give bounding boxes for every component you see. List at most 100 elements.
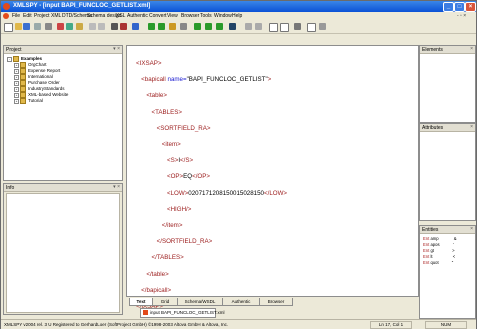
code-line: <item>: [161, 141, 181, 149]
code-line: </item>: [161, 221, 183, 229]
wrap-icon[interactable]: [294, 23, 301, 30]
folder-icon: [20, 98, 26, 104]
menu-edit[interactable]: Edit: [23, 13, 32, 19]
code-line: <S>I</S>: [166, 157, 194, 165]
panel-close-icon[interactable]: ×: [470, 46, 473, 52]
elements-panel-title: Elements: [422, 47, 443, 53]
num-lock-indicator: NUM: [425, 321, 467, 329]
paste-icon[interactable]: [76, 23, 83, 30]
tree-root-label: Examples: [21, 56, 43, 62]
entities-panel: Entities × Ent amp & Ent apos ' Ent gt >…: [419, 225, 476, 319]
copy-icon[interactable]: [66, 23, 73, 30]
menu-xml[interactable]: XML: [51, 13, 61, 19]
entities-panel-title: Entities: [422, 227, 439, 233]
attributes-panel-title: Attributes: [422, 125, 444, 131]
open-icon[interactable]: [15, 23, 22, 30]
panel-close-icon[interactable]: ▾ ×: [113, 46, 120, 52]
status-bar: XMLSPY v2004 rel. 3 U Registered to Gerh…: [1, 319, 476, 329]
find-icon[interactable]: [111, 23, 118, 30]
panel-close-icon[interactable]: ▾ ×: [113, 184, 120, 190]
validate-icon[interactable]: [148, 23, 155, 30]
menu-xsl[interactable]: XSL: [116, 13, 125, 19]
doc-icon: [3, 13, 9, 19]
save-icon[interactable]: [23, 23, 30, 30]
xsl-icon[interactable]: [169, 23, 176, 30]
code-line: <HIGH/>: [166, 205, 192, 213]
redo-icon[interactable]: [98, 23, 105, 30]
project-panel: Project ▾ × - Examples + OrgChart + Expense…: [3, 45, 123, 181]
tab-text[interactable]: Text: [129, 298, 153, 306]
app-icon: [3, 3, 10, 10]
replace-icon[interactable]: [132, 23, 139, 30]
entity-row[interactable]: Ent quot ": [423, 260, 453, 265]
entity-row[interactable]: Ent gt >: [423, 248, 455, 253]
undo-icon[interactable]: [89, 23, 96, 30]
zoom-icon[interactable]: [245, 23, 252, 30]
debug-start-icon[interactable]: [194, 23, 201, 30]
info-panel: Info ▾ ×: [3, 183, 123, 315]
save-all-icon[interactable]: [34, 23, 41, 30]
find-next-icon[interactable]: [120, 23, 127, 30]
debug-stop-icon[interactable]: [216, 23, 223, 30]
minimize-button[interactable]: _: [443, 2, 454, 12]
menu-view[interactable]: View: [167, 13, 178, 19]
options-icon[interactable]: [319, 23, 326, 30]
menu-convert[interactable]: Convert: [149, 13, 167, 19]
menu-project[interactable]: Project: [34, 13, 50, 19]
elements-panel-header: Elements ×: [420, 46, 475, 54]
xml-file-icon: [143, 310, 148, 316]
code-line: </SORTFIELD_RA>: [156, 238, 213, 246]
code-line: <OP>EQ</OP>: [166, 173, 210, 181]
text-view-icon[interactable]: [307, 23, 316, 32]
info-panel-header: Info ▾ ×: [4, 184, 122, 192]
toggle-view-icon[interactable]: [229, 23, 236, 30]
elements-panel: Elements ×: [419, 45, 476, 123]
attributes-panel-header: Attributes ×: [420, 124, 475, 132]
entity-row[interactable]: Ent amp &: [423, 236, 457, 241]
menu-help[interactable]: Help: [232, 13, 242, 19]
code-line: <IXSAP>: [136, 60, 162, 68]
tree-item-label: Purchase Order: [28, 80, 60, 86]
tab-authentic[interactable]: Authentic: [222, 298, 260, 306]
project-panel-header: Project ▾ ×: [4, 46, 122, 54]
attributes-panel: Attributes ×: [419, 123, 476, 221]
new-icon[interactable]: [4, 23, 13, 32]
document-tab-label: input BAPI_FUNCLOC_GETLIST.xml: [150, 310, 225, 315]
window-title: XMLSPY - [input BAPI_FUNCLOC_GETLIST.xml…: [13, 3, 151, 9]
menu-browser[interactable]: Browser: [181, 13, 199, 19]
code-line: <LOW>020717120815001502815​0</LOW>: [166, 189, 288, 197]
tree-item-label: XML-based Website: [28, 92, 69, 98]
menu-file[interactable]: File: [12, 13, 20, 19]
menu-tools[interactable]: Tools: [200, 13, 212, 19]
menu-authentic[interactable]: Authentic: [127, 13, 148, 19]
panel-close-icon[interactable]: ×: [470, 124, 473, 130]
info-panel-title: Info: [6, 185, 15, 191]
entity-row[interactable]: Ent apos ': [423, 242, 454, 247]
debug-step-icon[interactable]: [205, 23, 212, 30]
project-panel-title: Project: [6, 47, 22, 53]
status-text: XMLSPY v2004 rel. 3 U Registered to Gerh…: [4, 322, 229, 327]
panel-close-icon[interactable]: ×: [470, 226, 473, 232]
well-formed-icon[interactable]: [158, 23, 165, 30]
document-tab[interactable]: input BAPI_FUNCLOC_GETLIST.xml: [140, 308, 225, 318]
grid-icon[interactable]: [269, 23, 278, 32]
tab-schema-wsdl[interactable]: Schema/WSDL: [177, 298, 223, 306]
close-button[interactable]: ×: [465, 2, 476, 12]
print-icon[interactable]: [45, 23, 52, 30]
toolbar: [1, 21, 476, 34]
mdi-controls[interactable]: - ▫ ×: [457, 13, 466, 19]
maximize-button[interactable]: □: [454, 2, 465, 12]
info-content: [6, 193, 120, 313]
code-line: <TABLES>: [151, 108, 182, 116]
menu-bar: File Edit Project XML DTD/Schema Schema …: [1, 12, 476, 21]
browser-icon[interactable]: [255, 23, 262, 30]
tree-item[interactable]: + Tutorial: [14, 98, 43, 104]
menu-window[interactable]: Window: [214, 13, 232, 19]
application-window: XMLSPY - [input BAPI_FUNCLOC_GETLIST.xml…: [0, 0, 477, 329]
table-icon[interactable]: [280, 23, 289, 32]
xquery-icon[interactable]: [180, 23, 187, 30]
tab-browser[interactable]: Browser: [259, 298, 293, 306]
entity-row[interactable]: Ent lt <: [423, 254, 455, 259]
cut-icon[interactable]: [57, 23, 64, 30]
tab-grid[interactable]: Grid: [152, 298, 178, 306]
